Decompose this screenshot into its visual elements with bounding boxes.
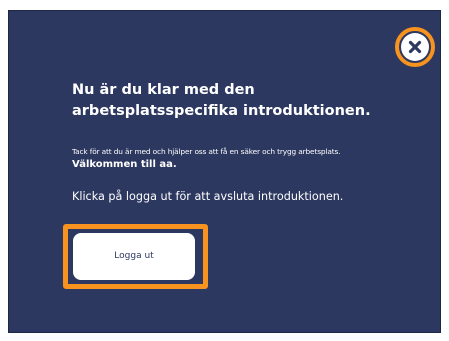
- dialog-heading: Nu är du klar med den arbetsplatsspecifi…: [72, 82, 371, 119]
- thanks-text: Tack för att du är med och hjälper oss a…: [72, 147, 341, 156]
- thanks-message: Tack för att du är med och hjälper oss a…: [72, 145, 402, 171]
- screen: Nu är du klar med den arbetsplatsspecifi…: [0, 0, 449, 341]
- close-button[interactable]: [401, 33, 429, 61]
- close-icon: [408, 40, 422, 54]
- welcome-text: Välkommen till aa.: [72, 159, 177, 170]
- logout-button[interactable]: Logga ut: [73, 233, 195, 280]
- logout-instruction: Klicka på logga ut för att avsluta intro…: [72, 190, 344, 203]
